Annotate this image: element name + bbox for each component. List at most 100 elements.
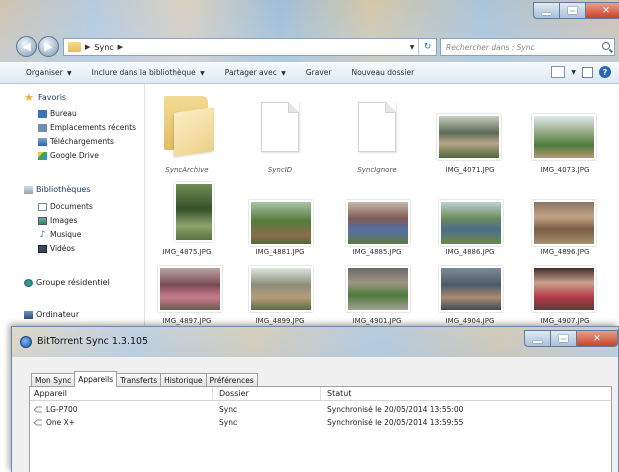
file-item-img-4073[interactable]: IMG_4073.JPG [524, 84, 606, 182]
tab-transfers[interactable]: Transferts [116, 373, 162, 386]
nav-item-documents[interactable]: Documents [38, 202, 93, 211]
file-item-img-4897[interactable]: IMG_4897.JPG [146, 260, 228, 330]
file-name: IMG_4901.JPG [352, 317, 402, 325]
view-controls: ▼ ? [551, 66, 611, 78]
bittorrent-sync-window: BitTorrent Sync 1.3.105 ✕ Mon Sync Appar… [11, 326, 619, 472]
command-bar: Organiser ▼ Inclure dans la bibliothèque… [0, 62, 619, 84]
column-header-status[interactable]: Statut [327, 389, 351, 398]
share-menu[interactable]: Partager avec ▼ [225, 68, 286, 77]
minimize-icon [542, 12, 551, 15]
folder-icon [68, 42, 81, 52]
breadcrumb-separator-icon: ▶ [85, 43, 91, 51]
computer-icon [24, 310, 33, 319]
navigation-pane: ★ Favoris Bureau Emplacements récents Té… [0, 84, 145, 330]
help-icon[interactable]: ? [599, 66, 611, 78]
chevron-down-icon: ▼ [200, 70, 205, 77]
refresh-button[interactable]: ↻ [418, 39, 436, 55]
address-history-dropdown[interactable]: ▼ [406, 44, 418, 51]
photo-thumbnail [532, 114, 596, 160]
file-item-syncignore[interactable]: SyncIgnore [336, 84, 418, 182]
file-item-img-4896[interactable]: IMG_4896.JPG [524, 182, 606, 260]
forward-arrow-icon: ▶ [44, 40, 53, 53]
nav-item-images[interactable]: Images [38, 216, 77, 225]
column-header-device[interactable]: Appareil [34, 389, 67, 398]
nav-item-recent-places[interactable]: Emplacements récents [38, 123, 136, 132]
nav-computer[interactable]: Ordinateur [24, 310, 79, 319]
address-bar[interactable]: ▶ Sync ▶ ▼ ↻ [63, 38, 437, 56]
documents-icon [38, 202, 47, 211]
tab-history[interactable]: Historique [160, 373, 207, 386]
folder-item-syncarchive[interactable]: SyncArchive [146, 84, 228, 182]
chevron-down-icon: ▼ [67, 70, 72, 77]
nav-favorites[interactable]: ★ Favoris [24, 92, 66, 103]
search-placeholder: Rechercher dans : Sync [446, 42, 535, 52]
close-button[interactable]: ✕ [585, 2, 619, 19]
file-item-img-4904[interactable]: IMG_4904.JPG [429, 260, 511, 330]
include-library-menu[interactable]: Inclure dans la bibliothèque ▼ [92, 68, 205, 77]
star-icon: ★ [24, 91, 34, 104]
photo-thumbnail [439, 200, 503, 246]
forward-button[interactable]: ▶ [38, 36, 59, 57]
view-options-dropdown[interactable]: ▼ [571, 69, 576, 76]
tab-devices[interactable]: Appareils [74, 371, 118, 387]
nav-item-google-drive[interactable]: Google Drive [38, 151, 99, 160]
nav-item-bureau[interactable]: Bureau [38, 109, 77, 118]
device-name: LG-P700 [46, 405, 78, 414]
search-icon[interactable] [602, 42, 610, 50]
nav-homegroup[interactable]: Groupe résidentiel [24, 278, 110, 287]
column-header-folder[interactable]: Dossier [219, 389, 249, 398]
pictures-icon [38, 216, 47, 225]
nav-item-downloads[interactable]: Téléchargements [38, 137, 114, 146]
libraries-icon [24, 185, 33, 194]
minimize-icon [533, 340, 542, 343]
device-status: Synchronisé le 20/05/2014 13:59:55 [327, 418, 464, 427]
file-name: IMG_4907.JPG [540, 317, 590, 325]
file-item-img-4886[interactable]: IMG_4886.JPG [429, 182, 511, 260]
preview-pane-icon[interactable] [582, 66, 593, 78]
nav-item-videos[interactable]: Vidéos [38, 244, 75, 253]
nav-libraries[interactable]: Bibliothèques [24, 185, 91, 194]
table-row[interactable]: LG-P700 Sync Synchronisé le 20/05/2014 1… [30, 403, 611, 416]
blank-file-icon [261, 102, 299, 152]
breadcrumb-item[interactable]: Sync [94, 43, 113, 52]
file-item-img-4907[interactable]: IMG_4907.JPG [524, 260, 606, 330]
maximize-button[interactable] [550, 330, 576, 347]
close-button[interactable]: ✕ [576, 330, 618, 347]
file-item-img-4899[interactable]: IMG_4899.JPG [239, 260, 321, 330]
organize-menu[interactable]: Organiser ▼ [26, 68, 72, 77]
minimize-button[interactable] [533, 2, 559, 19]
file-name: IMG_4881.JPG [255, 248, 305, 256]
nav-item-music[interactable]: ♪ Musique [38, 230, 82, 239]
back-button[interactable]: ◀ [16, 36, 37, 57]
device-link-icon [33, 406, 42, 413]
file-name: IMG_4875.JPG [162, 248, 212, 256]
recent-places-icon [38, 123, 47, 132]
file-item-img-4885[interactable]: IMG_4885.JPG [336, 182, 418, 260]
change-view-icon[interactable] [551, 66, 566, 78]
file-item-img-4071[interactable]: IMG_4071.JPG [429, 84, 511, 182]
window-title: BitTorrent Sync 1.3.105 [37, 336, 149, 347]
minimize-button[interactable] [524, 330, 550, 347]
file-item-img-4881[interactable]: IMG_4881.JPG [239, 182, 321, 260]
photo-thumbnail [158, 266, 222, 312]
table-row[interactable]: One X+ Sync Synchronisé le 20/05/2014 13… [30, 416, 611, 429]
file-item-img-4875[interactable]: IMG_4875.JPG [146, 182, 228, 260]
tab-preferences[interactable]: Préférences [205, 373, 258, 386]
chevron-down-icon: ▼ [281, 70, 286, 77]
burn-button[interactable]: Graver [306, 68, 332, 77]
bts-body: Mon Sync Appareils Transferts Historique… [12, 357, 618, 472]
breadcrumb-separator-icon[interactable]: ▶ [118, 43, 123, 51]
back-arrow-icon: ◀ [22, 40, 31, 53]
file-item-syncid[interactable]: SyncID [239, 84, 321, 182]
device-folder: Sync [219, 418, 238, 427]
maximize-button[interactable] [559, 2, 585, 19]
tab-my-sync[interactable]: Mon Sync [31, 373, 76, 386]
file-name: IMG_4904.JPG [445, 317, 495, 325]
device-folder: Sync [219, 405, 238, 414]
file-item-img-4901[interactable]: IMG_4901.JPG [336, 260, 418, 330]
file-name: IMG_4897.JPG [162, 317, 212, 325]
new-folder-button[interactable]: Nouveau dossier [351, 68, 414, 77]
file-name: SyncArchive [165, 166, 209, 174]
search-input[interactable]: Rechercher dans : Sync [440, 38, 615, 56]
photo-thumbnail [249, 266, 313, 312]
